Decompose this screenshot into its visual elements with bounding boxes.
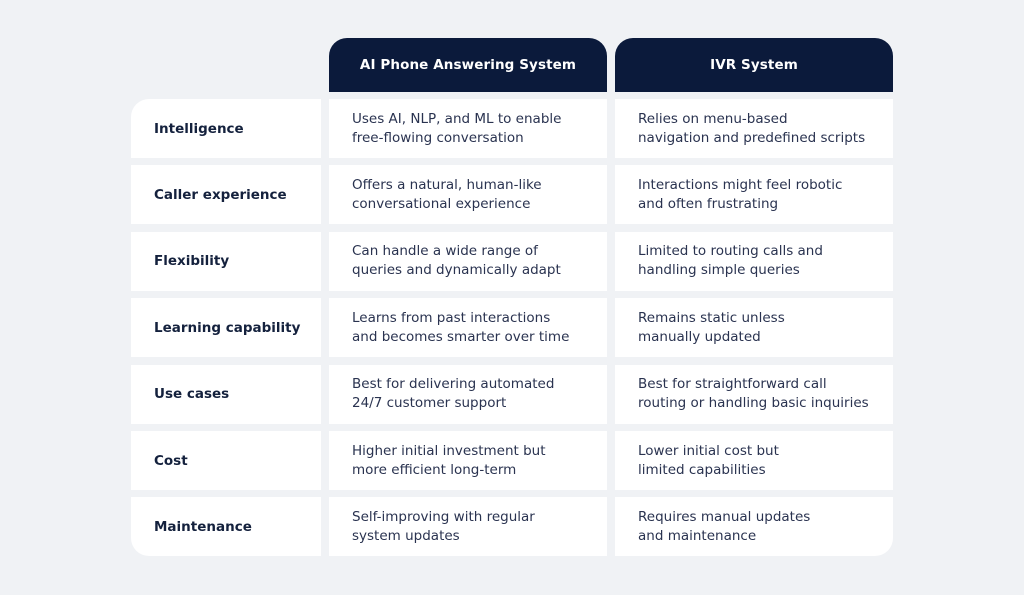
ivr-cell-text: Lower initial cost but limited capabilit…: [638, 442, 779, 478]
row-label-text: Learning capability: [154, 319, 301, 336]
ivr-cell: Best for straightforward call routing or…: [615, 364, 893, 424]
ivr-cell-text: Interactions might feel robotic and ofte…: [638, 176, 843, 212]
ivr-cell-text: Requires manual updates and maintenance: [638, 508, 811, 544]
ai-cell-text: Uses AI, NLP, and ML to enable free-flow…: [352, 110, 562, 146]
ai-cell-text: Can handle a wide range of queries and d…: [352, 243, 561, 279]
row-label-text: Caller experience: [154, 186, 287, 203]
ai-cell: Learns from past interactions and become…: [329, 298, 607, 358]
ivr-cell: Remains static unless manually updated: [615, 298, 893, 358]
row-label: Intelligence: [131, 99, 321, 158]
row-label: Caller experience: [131, 165, 321, 225]
ai-cell: Best for delivering automated 24/7 custo…: [329, 364, 607, 424]
column-header-ai-label: AI Phone Answering System: [359, 57, 577, 73]
row-label-text: Intelligence: [154, 120, 244, 137]
ai-cell-text: Learns from past interactions and become…: [352, 309, 570, 345]
column-header-ivr-label: IVR System: [710, 57, 798, 73]
ivr-cell-text: Limited to routing calls and handling si…: [638, 243, 823, 279]
ivr-cell: Requires manual updates and maintenance: [615, 497, 893, 557]
ivr-cell: Limited to routing calls and handling si…: [615, 231, 893, 291]
ivr-cell: Interactions might feel robotic and ofte…: [615, 165, 893, 225]
ai-cell: Can handle a wide range of queries and d…: [329, 231, 607, 291]
ai-cell-text: Higher initial investment but more effic…: [352, 442, 546, 478]
row-label: Use cases: [131, 364, 321, 424]
ai-cell: Self-improving with regular system updat…: [329, 497, 607, 557]
ai-cell: Higher initial investment but more effic…: [329, 431, 607, 490]
row-label: Learning capability: [131, 298, 321, 358]
ai-cell: Uses AI, NLP, and ML to enable free-flow…: [329, 99, 607, 158]
row-label-text: Maintenance: [154, 518, 252, 535]
row-label-text: Flexibility: [154, 253, 230, 270]
ivr-cell-text: Relies on menu-based navigation and pred…: [638, 110, 866, 146]
row-label: Cost: [131, 431, 321, 490]
ivr-cell-text: Remains static unless manually updated: [638, 309, 785, 345]
row-label-text: Cost: [154, 452, 188, 469]
row-label: Flexibility: [131, 231, 321, 291]
ai-cell-text: Best for delivering automated 24/7 custo…: [352, 376, 555, 412]
ivr-cell: Relies on menu-based navigation and pred…: [615, 99, 893, 158]
row-label: Maintenance: [131, 497, 321, 557]
column-header-ai: AI Phone Answering System: [329, 38, 607, 92]
ai-cell: Offers a natural, human-like conversatio…: [329, 165, 607, 225]
ai-cell-text: Self-improving with regular system updat…: [352, 508, 535, 544]
ai-cell-text: Offers a natural, human-like conversatio…: [352, 176, 542, 212]
ivr-cell-text: Best for straightforward call routing or…: [638, 376, 869, 412]
column-header-ivr: IVR System: [615, 38, 893, 92]
row-label-text: Use cases: [154, 386, 230, 403]
ivr-cell: Lower initial cost but limited capabilit…: [615, 431, 893, 490]
